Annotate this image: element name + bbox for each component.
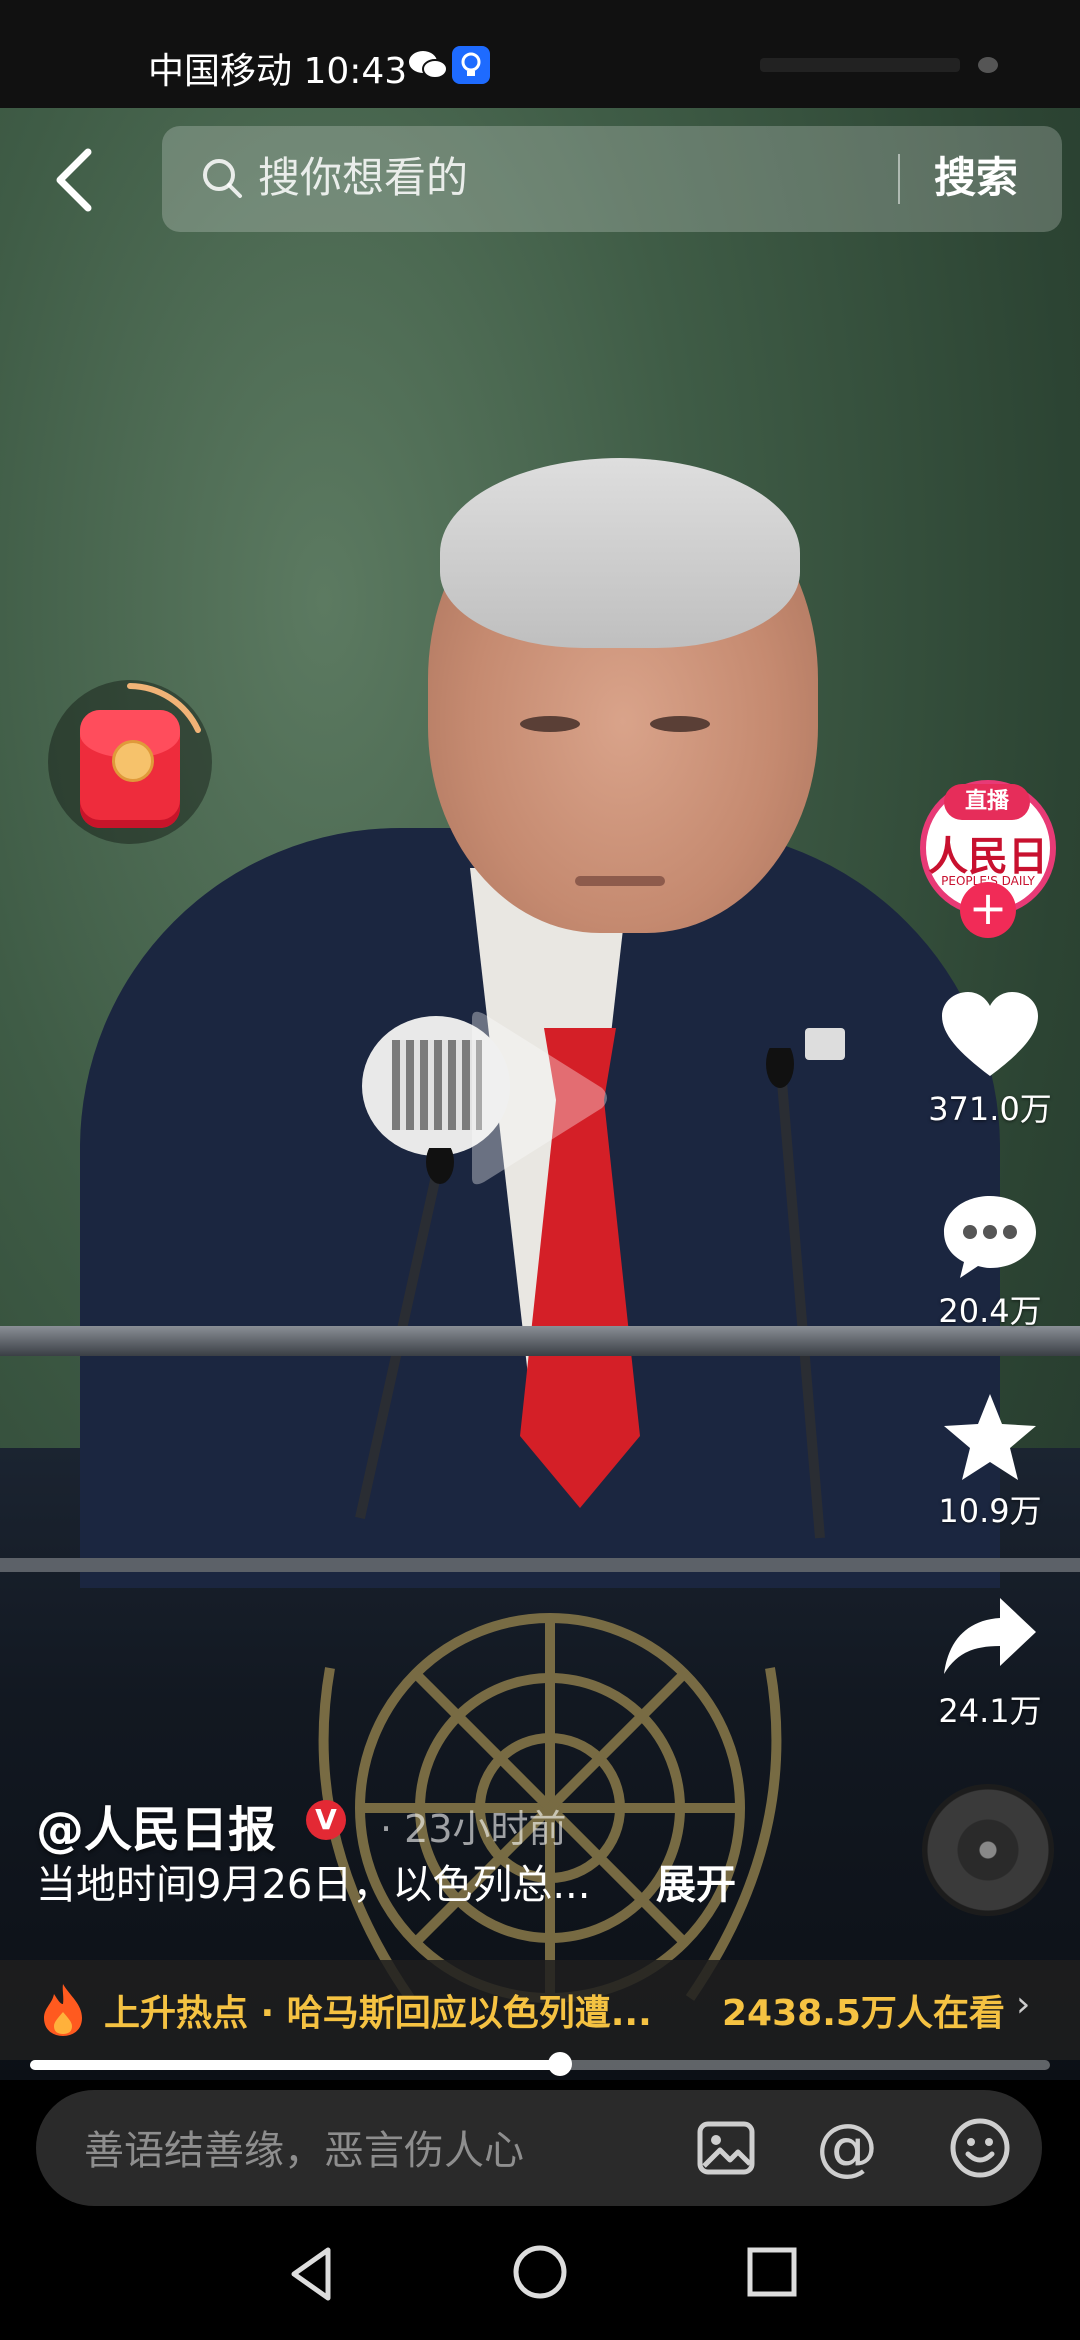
podium-edge: [0, 1558, 1080, 1572]
progress-fill: [30, 2060, 561, 2070]
author-name[interactable]: @人民日报: [36, 1790, 276, 1860]
red-packet-coin: [112, 740, 154, 782]
hot-topic-viewers: 2438.5万人在看: [722, 1993, 1005, 2034]
comment-button[interactable]: 20.4万: [910, 1192, 1070, 1332]
verified-icon: V: [306, 1800, 346, 1840]
live-badge[interactable]: 直播: [944, 784, 1030, 820]
search-button[interactable]: 搜索: [934, 148, 1018, 208]
expand-link[interactable]: 展开: [656, 1852, 736, 1910]
system-nav-bar: [0, 2206, 1080, 2340]
play-icon[interactable]: [462, 1008, 612, 1188]
search-bar[interactable]: 搜你想看的 搜索: [162, 126, 1062, 232]
search-icon: [203, 159, 242, 198]
carrier-time: 中国移动 10:43: [148, 51, 408, 92]
nav-back-icon[interactable]: [282, 2244, 342, 2304]
follow-button[interactable]: +: [960, 882, 1016, 938]
speaker-eye: [650, 716, 710, 732]
fire-icon: [44, 1984, 82, 2036]
speaker-hair: [440, 458, 800, 648]
music-disc-icon[interactable]: [922, 1784, 1054, 1916]
share-icon: [944, 1598, 1036, 1674]
hot-topic-banner[interactable]: 上升热点 · 哈马斯回应以色列遭... 2438.5万人在看 ›: [0, 1960, 1080, 2060]
share-button[interactable]: 24.1万: [910, 1592, 1070, 1732]
nav-recent-icon[interactable]: [744, 2244, 800, 2300]
post-time: · 23小时前: [380, 1807, 567, 1851]
status-indicators: [760, 57, 998, 73]
comment-icon: [944, 1196, 1036, 1278]
nav-home-icon[interactable]: [510, 2242, 570, 2302]
hot-topic-label: 上升热点 · 哈马斯回应以色列遭...: [104, 1993, 652, 2034]
bulb-icon: [452, 46, 490, 84]
wechat-icon: [409, 51, 448, 79]
image-icon[interactable]: [696, 2118, 756, 2178]
microphone: [766, 1048, 825, 1539]
chevron-right-icon: ›: [1016, 1984, 1031, 2025]
search-divider: [898, 154, 900, 204]
at-icon[interactable]: @: [816, 2110, 878, 2183]
star-icon: [944, 1394, 1036, 1480]
favorite-count: 10.9万: [938, 1492, 1042, 1530]
heart-icon: [942, 992, 1038, 1076]
emoji-icon[interactable]: [948, 2116, 1012, 2180]
comment-bar[interactable]: 善语结善缘，恶言伤人心 @: [36, 2090, 1042, 2206]
comment-input[interactable]: 善语结善缘，恶言伤人心: [84, 2118, 524, 2176]
back-button[interactable]: [40, 140, 110, 220]
favorite-button[interactable]: 10.9万: [910, 1392, 1070, 1532]
comment-count: 20.4万: [938, 1292, 1042, 1330]
like-count: 371.0万: [928, 1090, 1052, 1128]
like-button[interactable]: 371.0万: [910, 990, 1070, 1130]
speaker-mouth: [575, 876, 665, 886]
red-packet-button[interactable]: [48, 680, 212, 844]
speaker-eye: [520, 716, 580, 732]
share-count: 24.1万: [938, 1692, 1042, 1730]
caption-text[interactable]: 当地时间9月26日，以色列总...: [36, 1852, 591, 1910]
video-progress-bar[interactable]: [30, 2052, 1050, 2076]
search-input[interactable]: 搜你想看的: [258, 148, 468, 208]
